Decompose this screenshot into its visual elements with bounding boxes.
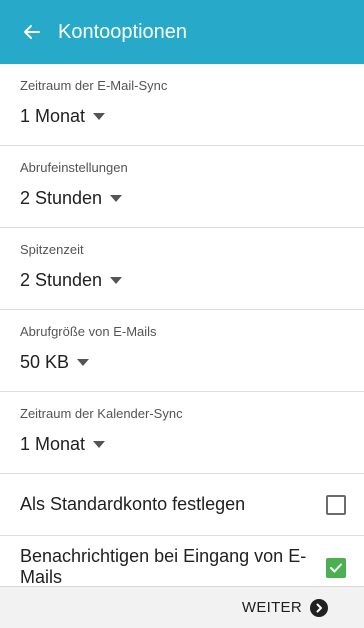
settings-list: Zeitraum der E-Mail-Sync 1 Monat Abrufei… (0, 64, 364, 587)
caret-down-icon (77, 359, 90, 366)
back-button[interactable] (0, 0, 56, 64)
next-button[interactable]: WEITER (241, 598, 328, 617)
setting-email-fetch-size: Abrufgröße von E-Mails 50 KB (0, 310, 364, 392)
default-account-checkbox[interactable] (326, 494, 346, 515)
default-account-label: Als Standardkonto festlegen (20, 494, 246, 514)
caret-down-icon (110, 277, 123, 284)
dropdown-value: 1 Monat (20, 106, 86, 126)
caret-down-icon (93, 441, 106, 448)
setting-label: Zeitraum der Kalender-Sync (20, 406, 183, 421)
chevron-right-circle-icon (310, 598, 328, 617)
next-label: WEITER (241, 599, 302, 616)
dropdown-value: 1 Monat (20, 434, 86, 454)
caret-down-icon (110, 195, 123, 202)
dropdown-value: 2 Stunden (20, 188, 103, 208)
page-title: Kontooptionen (58, 20, 188, 43)
setting-email-sync-period: Zeitraum der E-Mail-Sync 1 Monat (0, 64, 364, 146)
arrow-left-icon (24, 25, 40, 39)
setting-calendar-sync-period: Zeitraum der Kalender-Sync 1 Monat (0, 392, 364, 474)
calendar-sync-period-dropdown[interactable]: 1 Monat (20, 434, 106, 455)
checkmark-icon (330, 563, 342, 573)
setting-peak-time: Spitzenzeit 2 Stunden (0, 228, 364, 310)
setting-label: Zeitraum der E-Mail-Sync (20, 78, 168, 93)
fetch-settings-dropdown[interactable]: 2 Stunden (20, 188, 123, 209)
setting-label: Abrufgröße von E-Mails (20, 324, 157, 339)
default-account-row[interactable]: Als Standardkonto festlegen (0, 474, 364, 536)
setting-fetch-settings: Abrufeinstellungen 2 Stunden (0, 146, 364, 228)
notify-email-row[interactable]: Benachrichtigen bei Eingang von E-Mails (0, 536, 364, 587)
email-fetch-size-dropdown[interactable]: 50 KB (20, 352, 90, 373)
notify-email-label: Benachrichtigen bei Eingang von E-Mails (20, 546, 307, 587)
dropdown-value: 50 KB (20, 352, 70, 372)
notify-email-checkbox[interactable] (326, 558, 346, 578)
email-sync-period-dropdown[interactable]: 1 Monat (20, 106, 106, 127)
bottom-bar: WEITER (0, 586, 364, 628)
setting-label: Abrufeinstellungen (20, 160, 128, 175)
app-bar: Kontooptionen (0, 0, 364, 64)
caret-down-icon (93, 113, 106, 120)
setting-label: Spitzenzeit (20, 242, 84, 257)
dropdown-value: 2 Stunden (20, 270, 103, 290)
peak-time-dropdown[interactable]: 2 Stunden (20, 270, 123, 291)
